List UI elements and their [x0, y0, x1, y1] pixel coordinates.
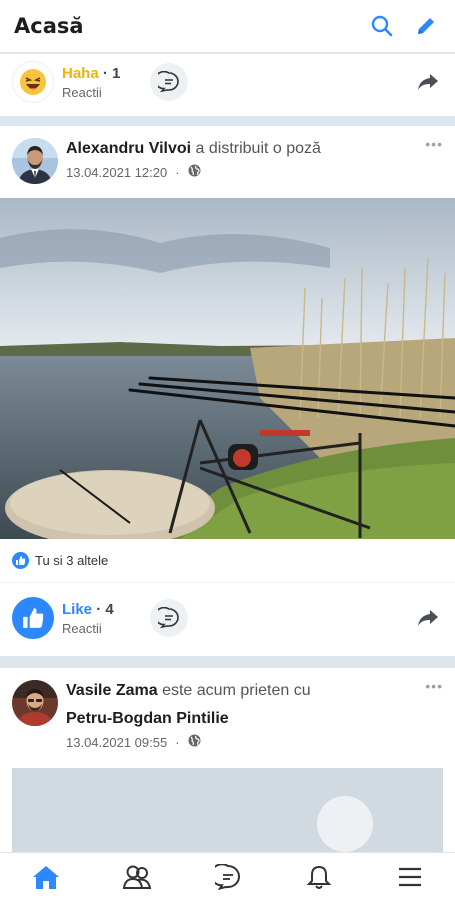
- like-badge-icon: [12, 552, 29, 569]
- author-name[interactable]: Alexandru Vilvoi: [66, 140, 191, 157]
- bottom-nav: [0, 852, 455, 900]
- author-name[interactable]: Vasile Zama: [66, 682, 158, 699]
- post-photo[interactable]: [0, 198, 455, 539]
- previous-post-footer: Haha · 1 Reactii: [0, 54, 455, 116]
- comment-button[interactable]: [150, 599, 188, 637]
- post-action: a distribuit o poză: [195, 140, 321, 157]
- reaction-summary[interactable]: Haha · 1 Reactii: [62, 65, 140, 100]
- haha-reaction-icon[interactable]: [12, 61, 54, 103]
- meta-dot: ·: [175, 164, 180, 180]
- home-icon[interactable]: [0, 853, 91, 900]
- menu-icon[interactable]: [364, 853, 455, 900]
- messenger-icon[interactable]: [182, 853, 273, 900]
- reaction-sub-label: Reactii: [62, 620, 102, 636]
- bell-icon[interactable]: [273, 853, 364, 900]
- avatar[interactable]: [12, 138, 58, 184]
- top-bar: Acasă: [0, 0, 455, 52]
- post-card: Vasile Zama este acum prieten cu Petru-B…: [0, 668, 455, 852]
- post-action: este acum prieten cu: [162, 682, 311, 699]
- friend-name[interactable]: Petru-Bogdan Pintilie: [66, 710, 229, 727]
- friend-cover-photo[interactable]: [12, 768, 443, 852]
- friends-icon[interactable]: [91, 853, 182, 900]
- meta-dot: ·: [175, 734, 180, 750]
- reaction-summary[interactable]: Like · 4 Reactii: [62, 601, 140, 636]
- reaction-label: Like: [62, 600, 93, 618]
- avatar[interactable]: [12, 680, 58, 726]
- timestamp[interactable]: 13.04.2021 09:55: [66, 735, 167, 750]
- reaction-count: · 4: [96, 600, 114, 618]
- timestamp[interactable]: 13.04.2021 12:20: [66, 165, 167, 180]
- reaction-sub-label: Reactii: [62, 84, 102, 100]
- more-options-icon[interactable]: •••: [425, 137, 443, 151]
- share-icon[interactable]: [413, 603, 443, 633]
- pencil-icon[interactable]: [411, 11, 441, 41]
- like-reaction-icon[interactable]: [12, 597, 54, 639]
- page-title: Acasă: [14, 14, 84, 38]
- globe-icon: [188, 734, 201, 750]
- post-card: Alexandru Vilvoi a distribuit o poză 13.…: [0, 126, 455, 656]
- more-options-icon[interactable]: •••: [425, 679, 443, 693]
- reaction-count: · 1: [102, 64, 121, 82]
- globe-icon: [188, 164, 201, 180]
- likers-row[interactable]: Tu si 3 altele: [0, 539, 455, 583]
- reaction-label: Haha: [62, 64, 99, 82]
- share-icon[interactable]: [413, 67, 443, 97]
- search-icon[interactable]: [367, 11, 397, 41]
- likers-text: Tu si 3 altele: [35, 553, 109, 568]
- comment-button[interactable]: [150, 63, 188, 101]
